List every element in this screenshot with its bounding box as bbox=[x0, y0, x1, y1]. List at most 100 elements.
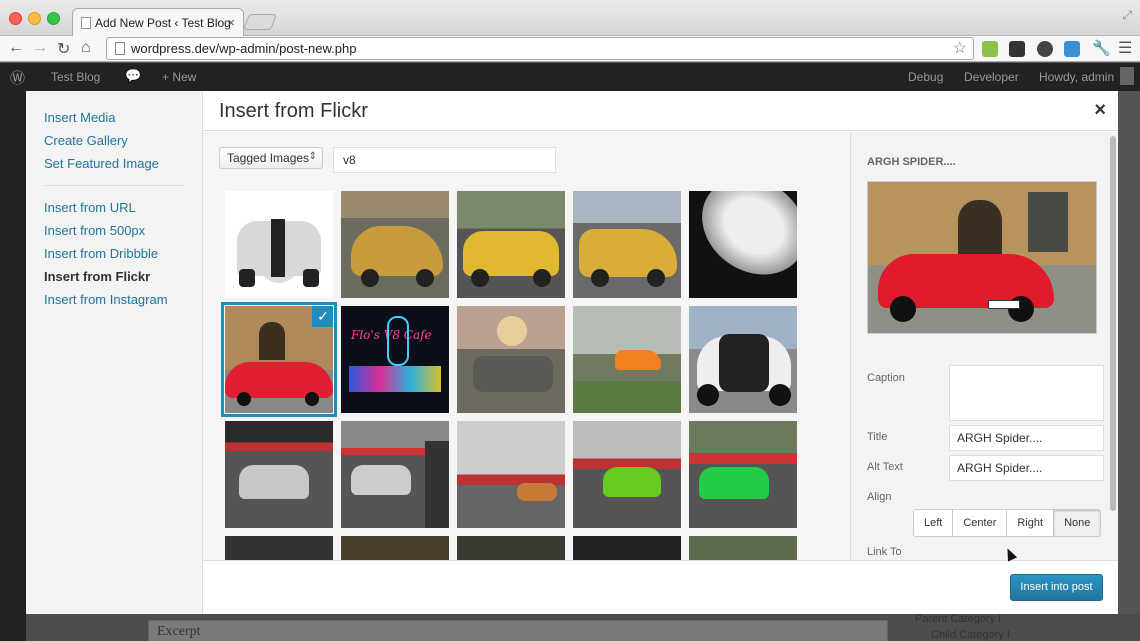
child-category-label: Child Category I bbox=[931, 629, 1010, 641]
align-label: Align bbox=[867, 491, 892, 503]
menu-insert-from-500px[interactable]: Insert from 500px bbox=[26, 221, 202, 244]
align-left-button[interactable]: Left bbox=[914, 510, 954, 536]
title-label: Title bbox=[867, 431, 888, 443]
image-thumbnail[interactable] bbox=[457, 191, 565, 298]
reload-icon[interactable]: ↻ bbox=[57, 39, 70, 59]
caption-field[interactable] bbox=[949, 365, 1104, 421]
image-thumbnail-selected[interactable]: ✓ bbox=[221, 302, 337, 417]
image-thumbnail[interactable] bbox=[457, 421, 565, 528]
media-menu: Insert Media Create Gallery Set Featured… bbox=[26, 91, 203, 614]
comments-icon[interactable]: 💬 bbox=[125, 68, 141, 84]
select-arrows-icon: ⇕ bbox=[308, 151, 317, 162]
new-tab-button[interactable] bbox=[243, 14, 277, 30]
image-thumbnail[interactable] bbox=[689, 191, 797, 298]
alt-text-label: Alt Text bbox=[867, 461, 903, 473]
address-bar[interactable]: wordpress.dev/wp-admin/post-new.php ☆ bbox=[106, 37, 974, 60]
image-thumbnail[interactable] bbox=[225, 191, 333, 298]
image-thumbnail[interactable] bbox=[573, 306, 681, 413]
menu-insert-from-dribbble[interactable]: Insert from Dribbble bbox=[26, 244, 202, 267]
title-field[interactable]: ARGH Spider.... bbox=[949, 425, 1104, 451]
menu-insert-from-instagram[interactable]: Insert from Instagram bbox=[26, 290, 202, 313]
page-icon bbox=[115, 42, 125, 55]
close-icon[interactable]: × bbox=[1094, 99, 1106, 122]
search-input-value: v8 bbox=[343, 153, 356, 167]
frame-title: Insert from Flickr bbox=[203, 91, 1118, 131]
image-thumbnail[interactable] bbox=[341, 421, 449, 528]
browser-toolbar: ← → ↻ ⌂ wordpress.dev/wp-admin/post-new.… bbox=[0, 36, 1140, 62]
image-browser: Tagged Images ⇕ v8 ✓ Flo's V8 Cafe bbox=[203, 132, 850, 560]
menu-set-featured-image[interactable]: Set Featured Image bbox=[26, 154, 202, 177]
image-thumbnail[interactable] bbox=[689, 421, 797, 528]
insert-into-post-button[interactable]: Insert into post bbox=[1010, 574, 1103, 601]
excerpt-box: Excerpt bbox=[148, 620, 888, 641]
menu-icon[interactable]: ☰ bbox=[1118, 38, 1132, 58]
caption-label: Caption bbox=[867, 372, 905, 384]
home-icon[interactable]: ⌂ bbox=[81, 39, 91, 57]
menu-create-gallery[interactable]: Create Gallery bbox=[26, 131, 202, 154]
wordpress-logo-icon[interactable]: Ⓦ bbox=[10, 67, 25, 88]
menu-separator bbox=[44, 185, 184, 186]
menu-insert-from-url[interactable]: Insert from URL bbox=[26, 198, 202, 221]
avatar[interactable] bbox=[1120, 67, 1134, 85]
scrollbar[interactable] bbox=[1110, 136, 1116, 511]
image-thumbnail[interactable] bbox=[225, 421, 333, 528]
new-content-link[interactable]: + New bbox=[162, 70, 196, 84]
align-button-group: Left Center Right None bbox=[913, 509, 1102, 537]
image-thumbnail[interactable] bbox=[573, 421, 681, 528]
attachment-details: ARGH SPIDER.... Caption Title ARGH Spide… bbox=[850, 132, 1118, 560]
page-icon bbox=[81, 17, 91, 29]
alt-text-field[interactable]: ARGH Spider.... bbox=[949, 455, 1104, 481]
account-link[interactable]: Howdy, admin bbox=[1039, 70, 1114, 84]
layers-extension-icon[interactable] bbox=[1009, 41, 1025, 57]
align-none-button[interactable]: None bbox=[1054, 510, 1101, 536]
image-thumbnail[interactable] bbox=[341, 191, 449, 298]
page-title: Insert from Flickr bbox=[219, 100, 368, 122]
image-thumbnail[interactable] bbox=[573, 536, 681, 560]
menu-insert-media[interactable]: Insert Media bbox=[26, 108, 202, 131]
wp-admin-bar: Ⓦ Test Blog 💬 + New Debug Developer Howd… bbox=[0, 63, 1140, 91]
media-modal: Insert Media Create Gallery Set Featured… bbox=[26, 91, 1118, 614]
browser-titlebar: Add New Post ‹ Test Blog × ⤢ bbox=[0, 0, 1140, 36]
url-text: wordpress.dev/wp-admin/post-new.php bbox=[131, 41, 357, 56]
js-extension-icon[interactable] bbox=[982, 41, 998, 57]
site-name-link[interactable]: Test Blog bbox=[51, 70, 100, 84]
checkmark-icon[interactable]: ✓ bbox=[312, 306, 333, 327]
filter-select-value: Tagged Images bbox=[227, 151, 310, 165]
attachment-preview bbox=[867, 181, 1097, 334]
image-thumbnail[interactable] bbox=[689, 306, 797, 413]
filter-select[interactable]: Tagged Images ⇕ bbox=[219, 147, 323, 169]
tab-close-icon[interactable]: × bbox=[227, 15, 235, 30]
developer-link[interactable]: Developer bbox=[964, 70, 1019, 84]
search-input[interactable]: v8 bbox=[333, 147, 556, 173]
align-right-button[interactable]: Right bbox=[1007, 510, 1055, 536]
forward-icon[interactable]: → bbox=[32, 39, 48, 57]
browser-tab[interactable]: Add New Post ‹ Test Blog × bbox=[72, 8, 244, 36]
debug-link[interactable]: Debug bbox=[908, 70, 943, 84]
image-thumbnail[interactable] bbox=[341, 536, 449, 560]
close-window-button[interactable] bbox=[9, 12, 22, 25]
link-to-label: Link To bbox=[867, 546, 902, 558]
back-icon[interactable]: ← bbox=[8, 39, 24, 57]
minimize-window-button[interactable] bbox=[28, 12, 41, 25]
record-extension-icon[interactable] bbox=[1037, 41, 1053, 57]
screen-extension-icon[interactable] bbox=[1064, 41, 1080, 57]
wp-admin-menu bbox=[0, 91, 26, 641]
attachment-title: ARGH SPIDER.... bbox=[867, 156, 956, 168]
title-value: ARGH Spider.... bbox=[957, 431, 1043, 445]
fullscreen-icon[interactable]: ⤢ bbox=[1122, 8, 1132, 23]
tab-title: Add New Post ‹ Test Blog bbox=[95, 16, 231, 30]
wrench-icon[interactable]: 🔧 bbox=[1092, 39, 1111, 57]
modal-toolbar: Insert into post bbox=[203, 560, 1118, 614]
image-thumbnail[interactable] bbox=[689, 536, 797, 560]
bookmark-star-icon[interactable]: ☆ bbox=[953, 38, 967, 58]
zoom-window-button[interactable] bbox=[47, 12, 60, 25]
align-center-button[interactable]: Center bbox=[953, 510, 1008, 536]
menu-insert-from-flickr[interactable]: Insert from Flickr bbox=[26, 267, 202, 290]
alt-text-value: ARGH Spider.... bbox=[957, 461, 1043, 475]
image-thumbnail[interactable] bbox=[225, 536, 333, 560]
parent-category-label: Parent Category I bbox=[915, 613, 1002, 625]
image-thumbnail[interactable] bbox=[457, 536, 565, 560]
image-thumbnail[interactable] bbox=[457, 306, 565, 413]
image-thumbnail[interactable]: Flo's V8 Cafe bbox=[341, 306, 449, 413]
image-thumbnail[interactable] bbox=[573, 191, 681, 298]
